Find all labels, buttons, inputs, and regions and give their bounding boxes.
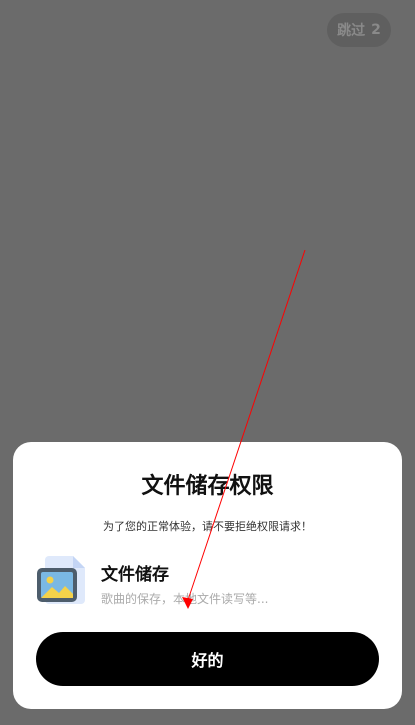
skip-button[interactable]: 跳过 2 (327, 13, 391, 47)
skip-label: 跳过 (337, 23, 366, 39)
dialog-subtitle: 为了您的正常体验，请不要拒绝权限请求！ (103, 520, 312, 533)
skip-countdown: 2 (371, 22, 381, 38)
permission-dialog: 文件储存权限 为了您的正常体验，请不要拒绝权限请求！ 文件储存 歌曲的保存，本地… (13, 442, 402, 709)
ok-button[interactable]: 好的 (36, 632, 379, 686)
file-image-icon (35, 554, 89, 610)
permission-item-storage: 文件储存 歌曲的保存，本地文件读写等... (35, 550, 375, 612)
permission-name: 文件储存 (101, 565, 169, 585)
permission-description: 歌曲的保存，本地文件读写等... (101, 592, 269, 606)
dialog-title: 文件储存权限 (141, 474, 274, 499)
